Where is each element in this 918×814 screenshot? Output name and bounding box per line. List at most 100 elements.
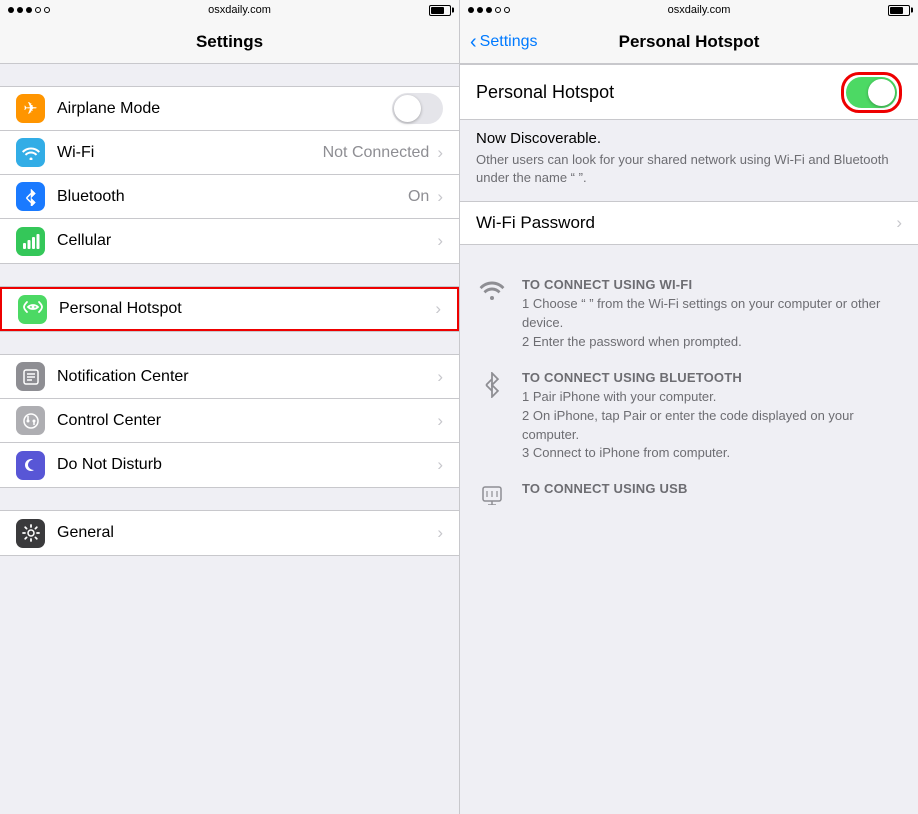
- wifi-chevron: ›: [437, 143, 443, 163]
- connect-bt-icon: [476, 370, 508, 398]
- hotspot-row-icon: [18, 295, 47, 324]
- ctrl-svg: [22, 412, 40, 430]
- back-chevron-icon: ‹: [470, 32, 477, 52]
- connect-bt-step2: 2 On iPhone, tap Pair or enter the code …: [522, 407, 902, 445]
- general-row[interactable]: General ›: [0, 511, 459, 555]
- notification-label: Notification Center: [57, 368, 437, 386]
- right-status-bar: osxdaily.com: [460, 0, 918, 20]
- wifi-label: Wi-Fi: [57, 144, 323, 162]
- left-nav-bar: Settings: [0, 20, 459, 64]
- general-icon: [16, 519, 45, 548]
- discoverable-title: Now Discoverable.: [476, 130, 902, 147]
- spacer3: [0, 332, 459, 354]
- right-spacer1: [460, 245, 918, 267]
- back-label: Settings: [480, 33, 538, 51]
- left-status-bar: osxdaily.com: [0, 0, 459, 20]
- left-nav-title: Settings: [196, 32, 263, 52]
- right-battery-fill: [890, 7, 903, 14]
- general-label: General: [57, 524, 437, 542]
- notification-group: Notification Center › Control Center ›: [0, 354, 459, 488]
- connect-usb-icon: [476, 481, 508, 505]
- airplane-toggle[interactable]: [392, 93, 443, 124]
- notification-row[interactable]: Notification Center ›: [0, 355, 459, 399]
- airplane-label: Airplane Mode: [57, 100, 392, 118]
- control-icon: [16, 406, 45, 435]
- wifi-password-row[interactable]: Wi-Fi Password ›: [460, 201, 918, 245]
- bluetooth-value: On: [408, 188, 429, 206]
- control-label: Control Center: [57, 412, 437, 430]
- airplane-icon: ✈: [16, 94, 45, 123]
- cellular-chevron: ›: [437, 231, 443, 251]
- dnd-svg: [22, 456, 40, 474]
- right-nav-bar: ‹ Settings Personal Hotspot: [460, 20, 918, 64]
- hotspot-row-label: Personal Hotspot: [59, 300, 435, 318]
- connect-bt-content: TO CONNECT USING BLUETOOTH 1 Pair iPhone…: [522, 370, 902, 463]
- cellular-svg: [22, 233, 40, 249]
- wifi-row[interactable]: Wi-Fi Not Connected ›: [0, 131, 459, 175]
- battery-fill: [431, 7, 444, 14]
- left-panel: osxdaily.com Settings ✈ Airplane Mode: [0, 0, 459, 814]
- wifi-icon: [16, 138, 45, 167]
- control-row[interactable]: Control Center ›: [0, 399, 459, 443]
- dot2: [17, 7, 23, 13]
- spacer1: [0, 64, 459, 86]
- airplane-mode-row[interactable]: ✈ Airplane Mode: [0, 87, 459, 131]
- left-settings-list: ✈ Airplane Mode Wi-Fi Not Connected: [0, 64, 459, 814]
- discoverable-box: Now Discoverable. Other users can look f…: [460, 120, 918, 201]
- connect-usb-item: TO CONNECT USING USB: [476, 481, 902, 505]
- dnd-label: Do Not Disturb: [57, 456, 437, 474]
- right-url: osxdaily.com: [668, 4, 731, 16]
- wifi-value: Not Connected: [323, 144, 430, 162]
- rdot5: [504, 7, 510, 13]
- connect-wifi-step2: 2 Enter the password when prompted.: [522, 333, 902, 352]
- connect-wifi-icon: [476, 277, 508, 301]
- hotspot-toggle-label: Personal Hotspot: [476, 82, 841, 103]
- connect-wifi-item: TO CONNECT USING WI-FI 1 Choose “ ” from…: [476, 277, 902, 352]
- back-button[interactable]: ‹ Settings: [470, 32, 537, 52]
- hotspot-toggle[interactable]: [846, 77, 897, 108]
- rdot1: [468, 7, 474, 13]
- right-signal-dots: [468, 7, 510, 13]
- cellular-row[interactable]: Cellular ›: [0, 219, 459, 263]
- left-url: osxdaily.com: [208, 4, 271, 16]
- rdot3: [486, 7, 492, 13]
- bluetooth-label: Bluetooth: [57, 188, 408, 206]
- connect-bt-item: TO CONNECT USING BLUETOOTH 1 Pair iPhone…: [476, 370, 902, 463]
- dnd-chevron: ›: [437, 455, 443, 475]
- notification-icon: [16, 362, 45, 391]
- cellular-label: Cellular: [57, 232, 437, 250]
- rdot4: [495, 7, 501, 13]
- personal-hotspot-row[interactable]: Personal Hotspot ›: [0, 287, 459, 331]
- spacer5: [0, 556, 459, 578]
- connect-bt-step1: 1 Pair iPhone with your computer.: [522, 388, 902, 407]
- connect-bt-step3: 3 Connect to iPhone from computer.: [522, 444, 902, 463]
- toggle-highlight-box: [841, 72, 902, 113]
- spacer2: [0, 264, 459, 286]
- dot3: [26, 7, 32, 13]
- connect-usb-content: TO CONNECT USING USB: [522, 481, 688, 499]
- bluetooth-row[interactable]: Bluetooth On ›: [0, 175, 459, 219]
- rdot2: [477, 7, 483, 13]
- hotspot-toggle-row[interactable]: Personal Hotspot: [460, 64, 918, 120]
- battery-icon: [429, 5, 451, 16]
- toggle-knob: [394, 95, 421, 122]
- hotspot-svg: [23, 300, 43, 318]
- dot1: [8, 7, 14, 13]
- notification-chevron: ›: [437, 367, 443, 387]
- cellular-icon: [16, 227, 45, 256]
- gear-svg: [22, 524, 40, 542]
- wifi-password-chevron: ›: [896, 213, 902, 233]
- connect-wifi-title: TO CONNECT USING WI-FI: [522, 277, 902, 292]
- network-group: ✈ Airplane Mode Wi-Fi Not Connected: [0, 86, 459, 264]
- left-battery: [429, 5, 451, 16]
- connect-bt-title: TO CONNECT USING BLUETOOTH: [522, 370, 902, 385]
- toggle-section: Personal Hotspot: [460, 64, 918, 120]
- hotspot-row-chevron: ›: [435, 299, 441, 319]
- dnd-icon: [16, 451, 45, 480]
- wifi-password-label: Wi-Fi Password: [476, 213, 896, 233]
- hotspot-toggle-knob: [868, 79, 895, 106]
- bluetooth-svg: [24, 188, 38, 206]
- control-chevron: ›: [437, 411, 443, 431]
- dnd-row[interactable]: Do Not Disturb ›: [0, 443, 459, 487]
- right-panel: osxdaily.com ‹ Settings Personal Hotspot…: [459, 0, 918, 814]
